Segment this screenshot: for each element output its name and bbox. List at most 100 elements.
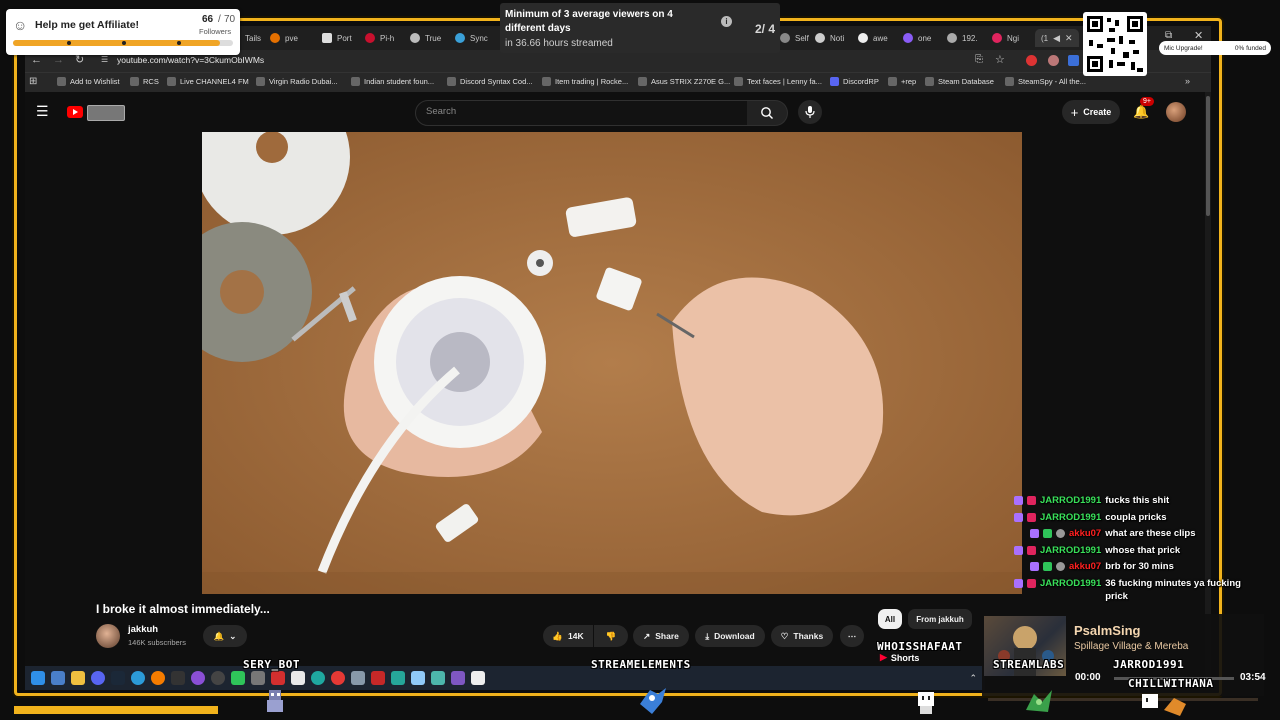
- tab[interactable]: Self: [780, 29, 809, 47]
- explorer-icon[interactable]: [51, 671, 65, 685]
- url-field[interactable]: youtube.com/watch?v=3CkumObIWMs: [117, 55, 264, 65]
- viewer-tag: CHILLWITHANA: [1128, 677, 1214, 690]
- app-icon[interactable]: [311, 671, 325, 685]
- search-input[interactable]: Search: [415, 100, 749, 126]
- app-icon[interactable]: [351, 671, 365, 685]
- like-button[interactable]: 👍 14K: [543, 625, 593, 647]
- tab[interactable]: Noti: [815, 29, 844, 47]
- tab[interactable]: Sync: [455, 29, 488, 47]
- extension-icon[interactable]: [1068, 55, 1079, 66]
- apps-grid-icon[interactable]: ⊞: [29, 76, 37, 87]
- subscriber-badge-icon: [1027, 512, 1036, 522]
- tab[interactable]: Port: [322, 29, 352, 47]
- restore-icon[interactable]: ⧉: [1165, 30, 1172, 41]
- bookmark[interactable]: Text faces | Lenny fa...: [734, 77, 822, 86]
- channel-avatar[interactable]: [96, 624, 120, 648]
- bookmark[interactable]: +rep: [888, 77, 916, 86]
- discord-icon[interactable]: [91, 671, 105, 685]
- chrome-icon[interactable]: [331, 671, 345, 685]
- chip-from-channel[interactable]: From jakkuh: [908, 609, 972, 629]
- tab[interactable]: one: [903, 29, 931, 47]
- notifications-bell-icon[interactable]: 🔔: [1133, 104, 1149, 120]
- youtube-header: ☰ Search + Create 🔔 9+: [25, 92, 1211, 134]
- document-icon[interactable]: [291, 671, 305, 685]
- app-icon[interactable]: [431, 671, 445, 685]
- avatar[interactable]: [1166, 102, 1186, 122]
- bookmark[interactable]: Steam Database: [925, 77, 994, 86]
- song-title: PsalmSing: [1074, 623, 1141, 638]
- bookmark[interactable]: Virgin Radio Dubai...: [256, 77, 338, 86]
- folder-icon[interactable]: [71, 671, 85, 685]
- tab[interactable]: awe: [858, 29, 888, 47]
- bookmark-icon: [167, 77, 176, 86]
- voice-search-button[interactable]: [798, 100, 822, 124]
- bookmark[interactable]: Item trading | Rocke...: [542, 77, 628, 86]
- app-icon[interactable]: [371, 671, 385, 685]
- chat-message: JARROD1991 fucks this shit: [1014, 494, 1264, 507]
- bookmark-star-icon[interactable]: ☆: [995, 53, 1005, 66]
- more-bookmarks-icon[interactable]: »: [1185, 76, 1190, 86]
- back-icon[interactable]: ←: [31, 54, 42, 66]
- play-icon[interactable]: [231, 671, 245, 685]
- chip-all[interactable]: All: [878, 609, 902, 629]
- scrollbar-thumb[interactable]: [1206, 96, 1210, 216]
- app-icon[interactable]: [171, 671, 185, 685]
- app-icon[interactable]: [151, 671, 165, 685]
- tab[interactable]: Pi-h: [365, 29, 394, 47]
- close-icon[interactable]: ✕: [1065, 33, 1073, 44]
- moderator-badge-icon: [1043, 529, 1052, 538]
- bookmark[interactable]: Asus STRIX Z270E G...: [638, 77, 730, 86]
- tab[interactable]: Ngi: [992, 29, 1019, 47]
- app-icon[interactable]: [391, 671, 405, 685]
- bookmark[interactable]: SteamSpy - All the...: [1005, 77, 1086, 86]
- site-info-icon[interactable]: ☰: [101, 55, 108, 64]
- tab[interactable]: pve: [270, 29, 298, 47]
- edge-icon[interactable]: [131, 671, 145, 685]
- viewer-avatar-icon: [640, 688, 666, 714]
- bookmark[interactable]: RCS: [130, 77, 159, 86]
- bookmark-icon: [351, 77, 360, 86]
- bookmark[interactable]: Live CHANNEL4 FM: [167, 77, 249, 86]
- bookmark[interactable]: Discord Syntax Cod...: [447, 77, 533, 86]
- app-icon[interactable]: [471, 671, 485, 685]
- more-actions-button[interactable]: ⋯: [840, 625, 864, 647]
- create-button[interactable]: + Create: [1062, 100, 1120, 124]
- windows-start-icon[interactable]: [31, 671, 45, 685]
- pdf-icon[interactable]: [271, 671, 285, 685]
- app-icon[interactable]: [191, 671, 205, 685]
- bookmark[interactable]: DiscordRP: [830, 77, 879, 86]
- subscribe-notification-button[interactable]: 🔔 ⌄: [203, 625, 247, 647]
- tab-favicon-icon: [455, 33, 465, 43]
- share-button[interactable]: ↗ Share: [633, 625, 689, 647]
- dislike-button[interactable]: 👎: [594, 625, 628, 647]
- viewer-goal-line2: different days: [505, 23, 571, 34]
- extension-icon[interactable]: [1026, 55, 1037, 66]
- app-icon[interactable]: [251, 671, 265, 685]
- bell-icon: 🔔: [213, 630, 225, 641]
- extension-icon[interactable]: [1048, 55, 1059, 66]
- search-button[interactable]: [747, 100, 788, 126]
- video-player[interactable]: [202, 132, 1022, 594]
- audio-icon: ◀: [1053, 32, 1061, 43]
- tab-active[interactable]: (1 ◀ ✕: [1035, 29, 1079, 47]
- obs-icon[interactable]: [211, 671, 225, 685]
- channel-name[interactable]: jakkuh: [128, 624, 158, 635]
- steam-icon[interactable]: [111, 671, 125, 685]
- forward-icon[interactable]: →: [53, 54, 64, 66]
- chat-message: akku07 brb for 30 mins: [1014, 560, 1264, 573]
- bookmark[interactable]: Add to Wishlist: [57, 77, 120, 86]
- menu-icon[interactable]: ☰: [36, 103, 49, 120]
- youtube-logo-icon[interactable]: [67, 106, 83, 118]
- qr-code: [1083, 12, 1147, 76]
- viewer-tag: STREAMELEMENTS: [591, 658, 691, 671]
- app-icon[interactable]: [451, 671, 465, 685]
- image-icon[interactable]: [411, 671, 425, 685]
- bookmark[interactable]: Indian student foun...: [351, 77, 434, 86]
- song-duration: 03:54: [1240, 672, 1266, 683]
- tray-chevron-icon[interactable]: ⌃: [969, 673, 977, 684]
- thanks-button[interactable]: ♡ Thanks: [771, 625, 833, 647]
- download-button[interactable]: ⤓ Download: [695, 625, 765, 647]
- tab[interactable]: True: [410, 29, 441, 47]
- install-icon[interactable]: ⎘: [975, 54, 983, 65]
- tab[interactable]: 192.: [947, 29, 978, 47]
